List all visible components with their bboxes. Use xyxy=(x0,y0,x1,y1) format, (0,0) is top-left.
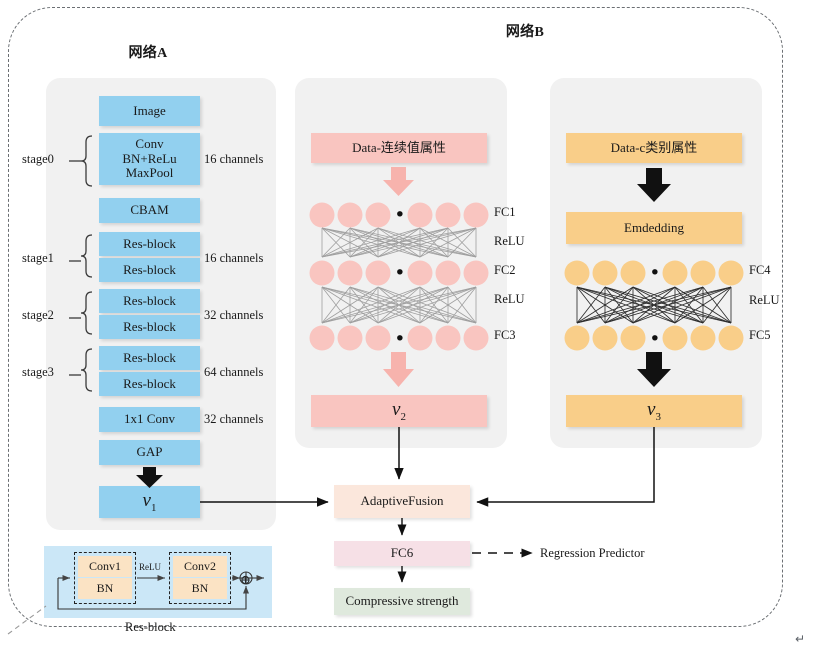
label-fc5: FC5 xyxy=(749,328,771,342)
block-res-block-5: Res-block xyxy=(99,346,200,370)
label-fc4: FC4 xyxy=(749,263,771,277)
stage-label-2: stage2 xyxy=(22,308,54,322)
resblock-bn1: BN xyxy=(78,578,132,599)
block-b2-input: Data-c类别属性 xyxy=(566,133,742,163)
resblock-caption: Res-block xyxy=(125,620,176,634)
resblock-conv2: Conv2 xyxy=(173,556,227,577)
pilcrow-mark: ↵ xyxy=(795,632,806,646)
label-b1-relu-1: ReLU xyxy=(494,234,525,248)
stage-label-3: stage3 xyxy=(22,365,54,379)
block-image: Image xyxy=(99,96,200,126)
label-fc1: FC1 xyxy=(494,205,516,219)
block-conv-bn-relu-maxpool: Conv BN+ReLu MaxPool xyxy=(99,133,200,185)
block-embedding: Emdedding xyxy=(566,212,742,244)
b1-ellipsis-row2: ••• xyxy=(381,262,421,284)
label-b2-relu: ReLU xyxy=(749,293,780,307)
resblock-sum-icon: ⊕ xyxy=(240,572,251,587)
b2-ellipsis-row1: ••• xyxy=(636,262,676,284)
block-res-block-6: Res-block xyxy=(99,372,200,396)
label-fc3: FC3 xyxy=(494,328,516,342)
block-v2: v2 xyxy=(311,395,487,427)
channels-1x1conv: 32 channels xyxy=(204,412,264,426)
block-v1: v1 xyxy=(99,486,200,518)
stage-label-0: stage0 xyxy=(22,152,54,166)
b2-ellipsis-row2: ••• xyxy=(636,328,676,350)
channels-stage0: 16 channels xyxy=(204,152,264,166)
b1-ellipsis-row3: ••• xyxy=(381,328,421,350)
block-gap: GAP xyxy=(99,440,200,465)
block-cbam: CBAM xyxy=(99,198,200,223)
resblock-bn2: BN xyxy=(173,578,227,599)
resblock-conv1: Conv1 xyxy=(78,556,132,577)
v2-label: v2 xyxy=(392,398,406,423)
block-res-block-4: Res-block xyxy=(99,315,200,339)
label-fc2: FC2 xyxy=(494,263,516,277)
channels-stage2: 32 channels xyxy=(204,308,264,322)
channels-stage3: 64 channels xyxy=(204,365,264,379)
b1-ellipsis-row1: ••• xyxy=(381,204,421,226)
v1-label: v1 xyxy=(142,489,157,514)
block-1x1-conv: 1x1 Conv xyxy=(99,407,200,432)
block-fc6: FC6 xyxy=(334,541,470,566)
v3-label: v3 xyxy=(647,398,661,423)
block-v3: v3 xyxy=(566,395,742,427)
block-adaptive-fusion: AdaptiveFusion xyxy=(334,485,470,518)
label-b1-relu-2: ReLU xyxy=(494,292,525,306)
label-regression-predictor: Regression Predictor xyxy=(540,546,645,560)
block-res-block-3: Res-block xyxy=(99,289,200,313)
network-b-title: 网络B xyxy=(505,25,545,40)
resblock-relu-label: ReLU xyxy=(139,562,161,572)
block-res-block-1: Res-block xyxy=(99,232,200,256)
network-a-title: 网络A xyxy=(128,46,168,61)
stage-label-1: stage1 xyxy=(22,251,54,265)
diagram-canvas: 网络A 网络B 网络B-1 网络B-2 Image Conv BN+ReLu M… xyxy=(0,0,821,654)
block-res-block-2: Res-block xyxy=(99,258,200,282)
block-b1-input: Data-连续值属性 xyxy=(311,133,487,163)
channels-stage1: 16 channels xyxy=(204,251,264,265)
block-compressive-strength: Compressive strength xyxy=(334,588,470,615)
